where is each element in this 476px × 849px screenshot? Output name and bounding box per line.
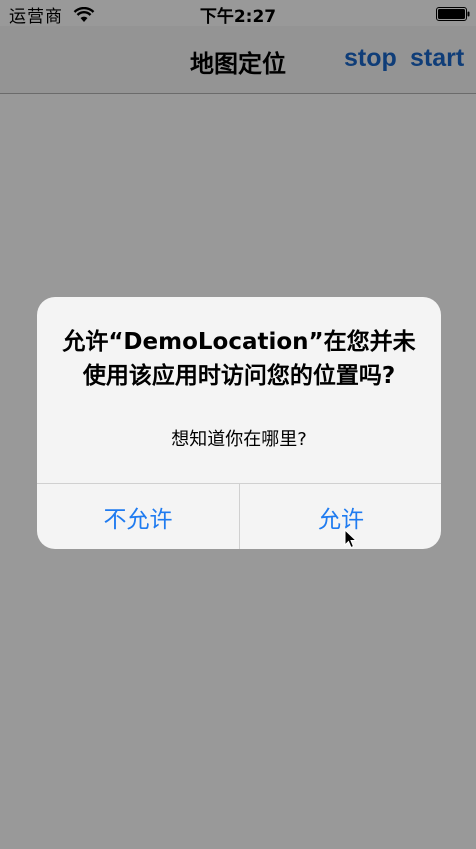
allow-button[interactable]: 允许 (240, 484, 441, 549)
mouse-cursor-icon (344, 528, 358, 549)
alert-message: 想知道你在哪里? (171, 429, 307, 450)
alert-title: 允许“DemoLocation”在您并未使用该应用时访问您的位置吗? (62, 329, 416, 389)
location-permission-alert: 允许“DemoLocation”在您并未使用该应用时访问您的位置吗? 想知道你在… (37, 297, 441, 549)
deny-button[interactable]: 不允许 (37, 484, 239, 549)
